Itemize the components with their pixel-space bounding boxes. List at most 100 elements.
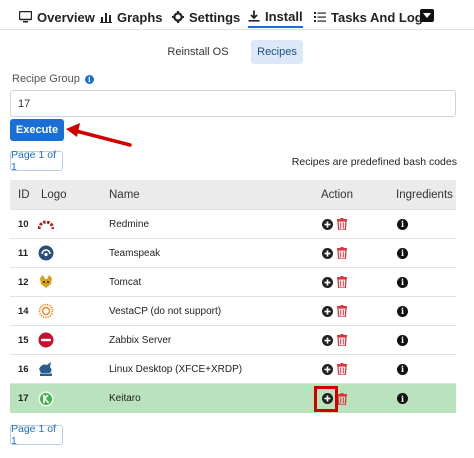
ingredients-info-icon[interactable]: i	[397, 218, 408, 230]
recipe-group-input[interactable]: 17	[10, 90, 456, 117]
table-row: 15 Zabbix Server i	[10, 325, 456, 354]
add-circle-icon[interactable]	[322, 247, 333, 259]
row-logo	[38, 268, 54, 296]
trash-icon[interactable]	[337, 334, 347, 346]
row-logo	[38, 210, 54, 238]
table-row: 12 Tomcat i	[10, 267, 456, 296]
download-icon	[248, 10, 260, 22]
more-dropdown-button[interactable]	[420, 9, 434, 22]
tab-overview[interactable]: Overview	[19, 6, 95, 28]
row-actions	[322, 268, 347, 296]
trash-icon[interactable]	[337, 276, 347, 288]
row-ingredients: i	[397, 268, 408, 296]
row-actions	[322, 297, 347, 325]
gear-icon	[172, 11, 184, 23]
table-row: 11 Teamspeak i	[10, 238, 456, 267]
header-logo: Logo	[41, 188, 67, 201]
tab-tasks-and-logs[interactable]: Tasks And Logs	[314, 6, 430, 28]
tab-tasks-and-logs-label: Tasks And Logs	[331, 9, 430, 25]
vestacp-logo-icon	[38, 303, 54, 319]
pagination-bottom[interactable]: Page 1 of 1	[10, 423, 63, 447]
row-logo	[38, 297, 54, 325]
trash-icon[interactable]	[337, 363, 347, 375]
ingredients-info-icon[interactable]: i	[397, 363, 408, 375]
tomcat-logo-icon	[40, 275, 52, 288]
row-name: VestaCP (do not support)	[109, 305, 222, 317]
recipe-group-value: 17	[18, 97, 31, 110]
row-name: Teamspeak	[109, 247, 161, 259]
annotation-arrow	[66, 123, 132, 147]
trash-icon[interactable]	[337, 305, 347, 317]
table-header: ID Logo Name Action Ingredients	[10, 180, 456, 209]
ingredients-info-icon[interactable]: i	[397, 247, 408, 259]
pagination-top[interactable]: Page 1 of 1	[10, 149, 63, 173]
tab-graphs-label: Graphs	[117, 9, 163, 25]
row-ingredients: i	[397, 384, 408, 413]
ingredients-info-icon[interactable]: i	[397, 276, 408, 288]
header-id: ID	[18, 188, 30, 201]
table-row-selected: 17 Keitaro i	[10, 383, 456, 413]
subtab-reinstall-os[interactable]: Reinstall OS	[163, 40, 233, 64]
xfce-logo-icon	[39, 362, 52, 376]
row-name: Redmine	[109, 218, 150, 230]
row-name: Zabbix Server	[109, 334, 172, 346]
row-id: 17	[18, 393, 29, 404]
table-row: 10 Redmine i	[10, 209, 456, 238]
tab-settings-label: Settings	[189, 9, 241, 25]
tab-settings[interactable]: Settings	[172, 6, 240, 28]
add-circle-icon[interactable]	[322, 305, 333, 317]
caret-down-icon	[423, 13, 431, 18]
row-logo	[38, 239, 54, 267]
row-name: Linux Desktop (XFCE+XRDP)	[109, 363, 243, 375]
zabbix-logo-icon	[38, 332, 54, 348]
row-id: 11	[18, 247, 29, 259]
tab-install-label: Install	[265, 8, 303, 24]
trash-icon[interactable]	[337, 218, 347, 230]
row-id: 10	[18, 218, 29, 230]
annotation-highlight-box	[314, 386, 338, 412]
table-row: 16 Linux Desktop (XFCE+XRDP) i	[10, 354, 456, 383]
row-actions	[322, 326, 347, 354]
trash-icon[interactable]	[337, 392, 347, 405]
add-circle-icon[interactable]	[322, 218, 333, 230]
trash-icon[interactable]	[337, 247, 347, 259]
row-actions	[322, 210, 347, 238]
list-icon	[314, 12, 326, 22]
header-ingredients: Ingredients	[396, 188, 453, 201]
header-name: Name	[109, 188, 140, 201]
table-row: 14 VestaCP (do not support) i	[10, 296, 456, 325]
header-action: Action	[321, 188, 353, 201]
recipe-group-label-text: Recipe Group	[12, 73, 80, 85]
tab-overview-label: Overview	[37, 9, 95, 25]
add-circle-icon[interactable]	[322, 363, 333, 375]
row-name: Keitaro	[109, 393, 141, 404]
info-icon[interactable]: i	[84, 74, 94, 84]
add-circle-icon[interactable]	[322, 276, 333, 288]
bar-chart-icon	[100, 13, 112, 23]
row-actions	[322, 239, 347, 267]
recipe-group-label: Recipe Group i	[12, 73, 94, 85]
add-circle-icon[interactable]	[322, 334, 333, 346]
ingredients-info-icon[interactable]: i	[397, 305, 408, 317]
subtab-recipes[interactable]: Recipes	[251, 40, 303, 64]
row-id: 12	[18, 276, 29, 288]
row-name: Tomcat	[109, 276, 142, 288]
tab-install[interactable]: Install	[248, 6, 303, 28]
recipes-table: ID Logo Name Action Ingredients 10 Redmi…	[10, 180, 456, 413]
ingredients-info-icon[interactable]: i	[397, 334, 408, 346]
row-ingredients: i	[397, 297, 408, 325]
row-id: 16	[18, 363, 29, 375]
ingredients-info-icon[interactable]: i	[397, 393, 408, 404]
execute-button[interactable]: Execute	[10, 119, 64, 141]
redmine-logo-icon	[38, 220, 54, 230]
row-ingredients: i	[397, 326, 408, 354]
row-ingredients: i	[397, 239, 408, 267]
row-logo	[38, 384, 54, 413]
keitaro-logo-icon	[38, 391, 54, 406]
teamspeak-logo-icon	[38, 245, 54, 261]
row-actions	[322, 355, 347, 383]
tab-graphs[interactable]: Graphs	[100, 6, 163, 28]
row-id: 15	[18, 334, 29, 346]
row-logo	[38, 355, 54, 383]
top-nav: Overview Graphs Settings Install Tasks A…	[0, 0, 474, 30]
